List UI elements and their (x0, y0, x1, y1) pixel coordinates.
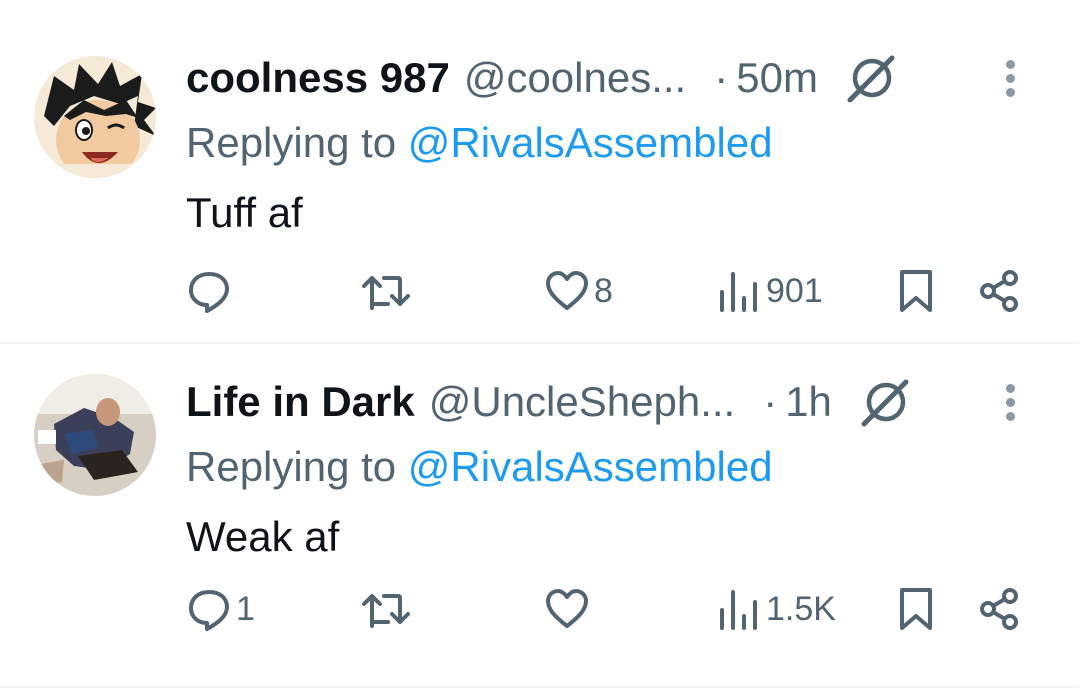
tweet-text: Weak af (186, 513, 340, 560)
bookmark-icon (896, 268, 936, 314)
retweet-icon (360, 586, 412, 632)
reply-button[interactable] (186, 266, 236, 316)
more-icon[interactable] (1006, 60, 1016, 100)
reply-icon (186, 268, 232, 314)
mention-link[interactable]: @RivalsAssembled (408, 119, 773, 166)
replying-prefix: Replying to (186, 119, 408, 166)
reply-icon (186, 586, 232, 632)
share-button[interactable] (976, 266, 1022, 316)
avatar[interactable] (34, 56, 156, 178)
retweet-button[interactable] (360, 266, 416, 316)
mention-link[interactable]: @RivalsAssembled (408, 443, 773, 490)
like-icon (544, 268, 590, 314)
views-icon (716, 268, 762, 314)
retweet-icon (360, 268, 412, 314)
view-count: 901 (766, 271, 823, 310)
replying-to: Replying to @RivalsAssembled (186, 112, 1056, 174)
reply-count: 1 (236, 589, 255, 628)
share-button[interactable] (976, 584, 1022, 634)
like-button[interactable]: 8 (544, 266, 613, 316)
display-name[interactable]: Life in Dark (186, 372, 415, 432)
replying-prefix: Replying to (186, 443, 408, 490)
views-button[interactable]: 1.5K (716, 584, 836, 634)
separator-dot: · (763, 378, 778, 425)
avatar[interactable] (34, 374, 156, 496)
bookmark-button[interactable] (896, 584, 936, 634)
share-icon (976, 268, 1022, 314)
share-icon (976, 586, 1022, 632)
like-button[interactable] (544, 584, 594, 634)
separator-dot: · (714, 54, 729, 101)
action-bar: 1 1.5K (186, 584, 1036, 634)
handle[interactable]: @coolnes... (464, 48, 686, 108)
handle[interactable]: @UncleSheph... (429, 372, 735, 432)
bookmark-icon (896, 586, 936, 632)
timestamp[interactable]: 50m (736, 48, 818, 108)
views-icon (716, 586, 762, 632)
more-icon[interactable] (1006, 384, 1016, 424)
tweet[interactable]: coolness 987 @coolnes... · 50m Replying … (0, 0, 1079, 344)
reply-button[interactable]: 1 (186, 584, 255, 634)
bookmark-button[interactable] (896, 266, 936, 316)
like-count: 8 (594, 271, 613, 310)
retweet-button[interactable] (360, 584, 416, 634)
like-icon (544, 586, 590, 632)
display-name[interactable]: coolness 987 (186, 48, 450, 108)
action-bar: 8 901 (186, 266, 1036, 316)
grok-icon[interactable] (846, 52, 898, 104)
view-count: 1.5K (766, 589, 836, 628)
timestamp[interactable]: 1h (785, 372, 832, 432)
tweet[interactable]: Life in Dark @UncleSheph... · 1h Replyin… (0, 344, 1079, 688)
replying-to: Replying to @RivalsAssembled (186, 436, 1056, 498)
tweet-text: Tuff af (186, 189, 303, 236)
views-button[interactable]: 901 (716, 266, 823, 316)
grok-icon[interactable] (860, 376, 912, 428)
